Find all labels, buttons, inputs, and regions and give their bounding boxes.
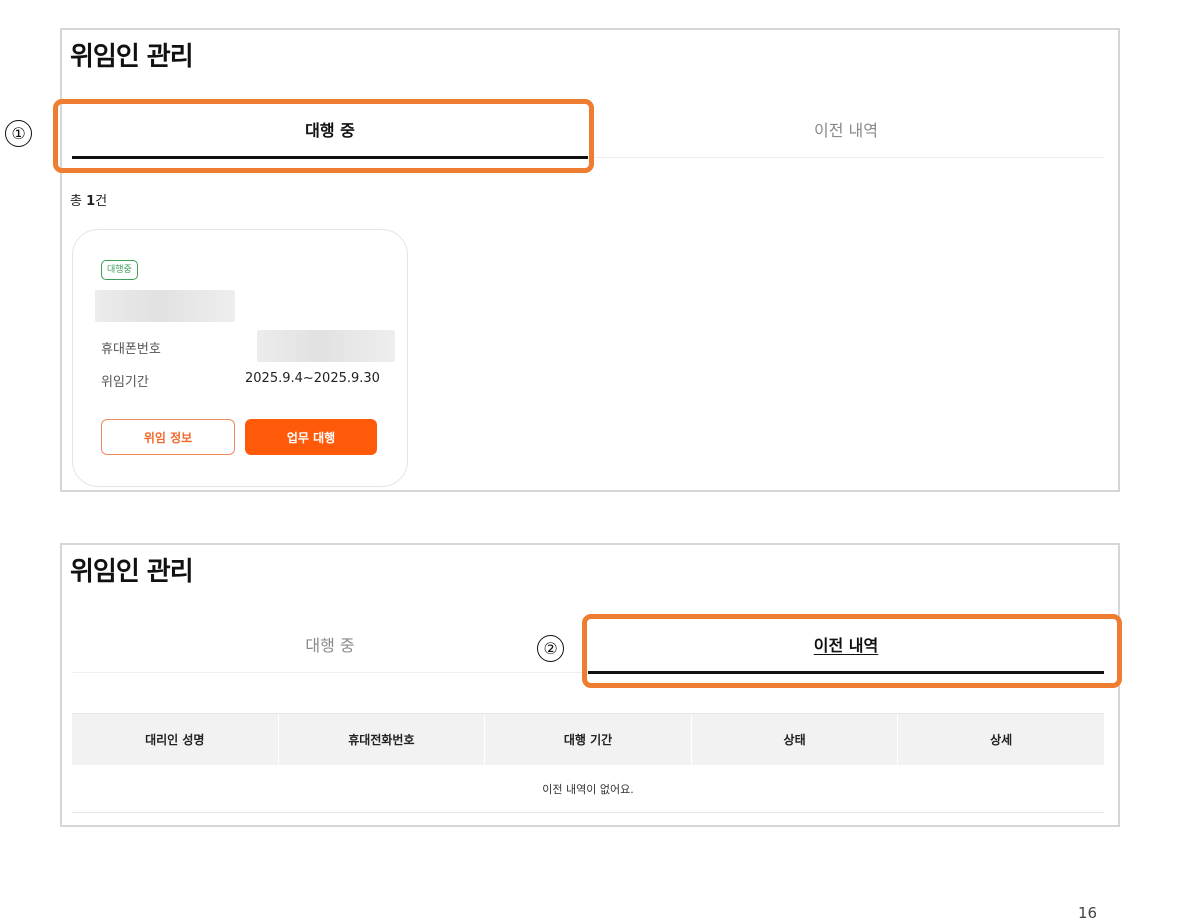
tab-history[interactable]: 이전 내역 bbox=[588, 100, 1104, 158]
delegation-info-button[interactable]: 위임 정보 bbox=[101, 419, 235, 455]
column-header-agent-name: 대리인 성명 bbox=[72, 714, 279, 765]
status-badge: 대행중 bbox=[101, 260, 138, 280]
page-title: 위임인 관리 bbox=[70, 42, 194, 72]
annotation-marker-2: ② bbox=[537, 635, 564, 662]
table-header: 대리인 성명 휴대전화번호 대행 기간 상태 상세 bbox=[72, 713, 1104, 765]
column-header-detail: 상세 bbox=[990, 733, 1013, 747]
empty-state-message: 이전 내역이 없어요. bbox=[72, 765, 1104, 813]
column-header-status: 상태 bbox=[692, 714, 899, 765]
column-header-phone: 휴대전화번호 bbox=[279, 714, 486, 765]
tab-history[interactable]: 이전 내역 bbox=[588, 615, 1104, 674]
history-table: 대리인 성명 휴대전화번호 대행 기간 상태 상세 이전 내역이 없어요. bbox=[72, 713, 1104, 813]
count-suffix: 건 bbox=[95, 194, 108, 209]
delegation-card: 대행중 휴대폰번호 위임기간 2025.9.4~2025.9.30 위임 정보 … bbox=[72, 229, 408, 487]
period-value: 2025.9.4~2025.9.30 bbox=[245, 371, 380, 386]
count-prefix: 총 bbox=[70, 194, 87, 209]
tab-history-label: 이전 내역 bbox=[813, 636, 879, 655]
page-number: 16 bbox=[1078, 904, 1098, 918]
tab-bar: 대행 중 이전 내역 bbox=[72, 615, 1104, 674]
period-label: 위임기간 bbox=[101, 375, 149, 390]
tab-in-progress[interactable]: 대행 중 bbox=[72, 100, 588, 159]
count-value: 1 bbox=[86, 194, 96, 209]
phone-label: 휴대폰번호 bbox=[101, 342, 161, 357]
act-on-behalf-button[interactable]: 업무 대행 bbox=[245, 419, 377, 455]
blurred-name bbox=[95, 290, 235, 322]
delegator-panel-history: 위임인 관리 대행 중 이전 내역 대리인 성명 휴대전화번호 대행 기간 상태… bbox=[60, 543, 1120, 827]
tab-in-progress[interactable]: 대행 중 bbox=[72, 615, 588, 673]
blurred-phone-value bbox=[257, 330, 395, 362]
annotation-marker-1: ① bbox=[5, 120, 32, 147]
total-count: 총 1건 bbox=[70, 190, 107, 209]
tab-bar: 대행 중 이전 내역 bbox=[72, 100, 1104, 159]
column-header-period: 대행 기간 bbox=[485, 714, 692, 765]
page-title: 위임인 관리 bbox=[70, 557, 194, 587]
delegator-panel-active: 위임인 관리 대행 중 이전 내역 총 1건 대행중 휴대폰번호 위임기간 20… bbox=[60, 28, 1120, 492]
